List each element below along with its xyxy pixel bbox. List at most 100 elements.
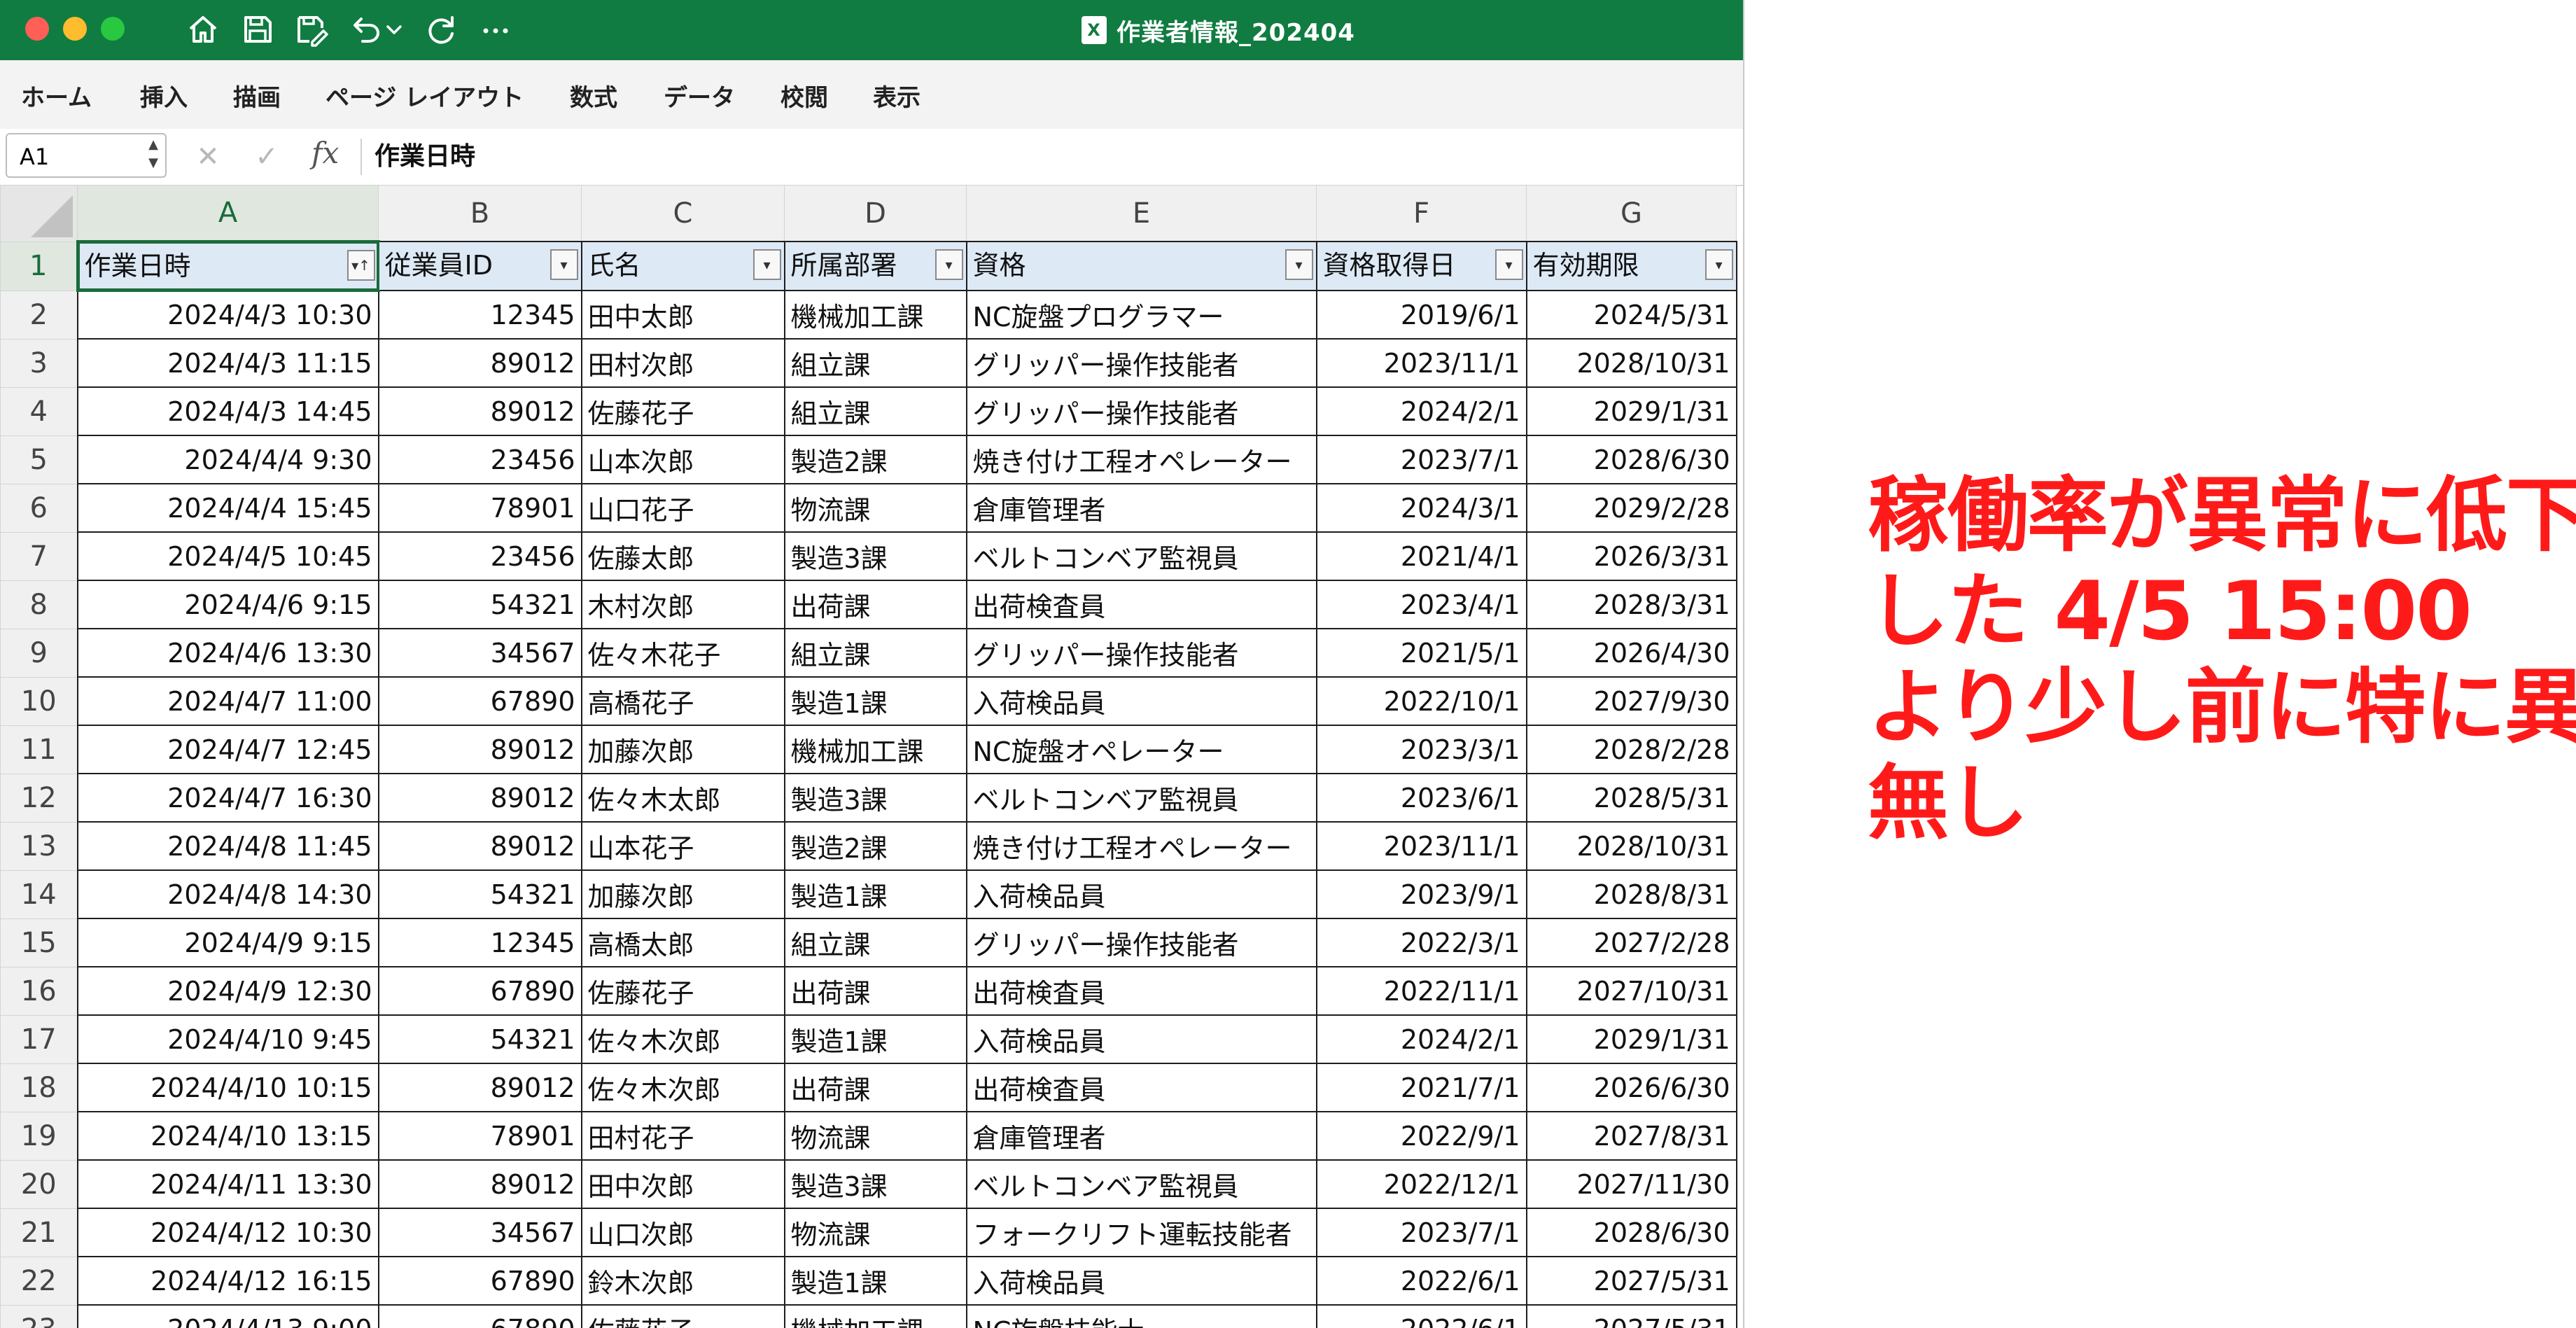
- home-icon[interactable]: [183, 10, 223, 49]
- table-cell[interactable]: 78901: [377, 1111, 582, 1161]
- table-cell[interactable]: 2026/6/30: [1525, 1063, 1737, 1112]
- table-cell[interactable]: 89012: [377, 821, 582, 871]
- name-box[interactable]: A1: [6, 133, 167, 178]
- table-cell[interactable]: 2024/4/4 9:30: [76, 435, 379, 484]
- table-cell[interactable]: 2024/4/10 13:15: [76, 1111, 379, 1161]
- table-cell[interactable]: 製造2課: [783, 821, 967, 871]
- table-cell[interactable]: 入荷検品員: [965, 869, 1317, 919]
- header-cell[interactable]: 作業日時 ▾↑: [76, 240, 380, 292]
- table-cell[interactable]: 製造3課: [783, 1159, 967, 1209]
- table-cell[interactable]: 倉庫管理者: [965, 483, 1317, 533]
- column-header-c[interactable]: C: [581, 185, 785, 242]
- table-cell[interactable]: 佐藤花子: [580, 1304, 785, 1328]
- table-cell[interactable]: 山本次郎: [580, 435, 785, 484]
- tab-insert[interactable]: 挿入: [140, 78, 188, 113]
- close-window-button[interactable]: [25, 17, 49, 41]
- undo-dropdown-icon[interactable]: [384, 10, 405, 49]
- table-cell[interactable]: 出荷課: [783, 1063, 967, 1112]
- tab-page-layout[interactable]: ページ レイアウト: [326, 78, 524, 113]
- table-cell[interactable]: 2023/6/1: [1315, 773, 1527, 823]
- table-cell[interactable]: 2029/1/31: [1525, 386, 1737, 436]
- table-cell[interactable]: 田中次郎: [580, 1159, 785, 1209]
- table-cell[interactable]: 89012: [377, 725, 582, 774]
- table-cell[interactable]: 機械加工課: [783, 1304, 967, 1328]
- table-cell[interactable]: 2023/7/1: [1315, 1208, 1527, 1257]
- table-cell[interactable]: 67890: [377, 1304, 582, 1328]
- row-number[interactable]: 12: [0, 773, 78, 823]
- row-number[interactable]: 23: [0, 1304, 78, 1328]
- header-cell[interactable]: 資格取得日 ▾: [1315, 241, 1527, 291]
- header-cell[interactable]: 所属部署 ▾: [783, 241, 967, 291]
- table-cell[interactable]: フォークリフト運転技能者: [965, 1208, 1317, 1257]
- table-cell[interactable]: 2024/4/9 9:15: [76, 918, 379, 967]
- table-cell[interactable]: 物流課: [783, 1208, 967, 1257]
- table-cell[interactable]: 機械加工課: [783, 725, 967, 774]
- redo-icon[interactable]: [421, 10, 461, 49]
- table-cell[interactable]: 2024/4/3 10:30: [76, 290, 379, 340]
- select-all-corner[interactable]: [0, 185, 78, 242]
- table-cell[interactable]: 2023/3/1: [1315, 725, 1527, 774]
- table-cell[interactable]: 組立課: [783, 918, 967, 967]
- table-cell[interactable]: 2027/2/28: [1525, 918, 1737, 967]
- table-cell[interactable]: NC旋盤プログラマー: [965, 290, 1317, 340]
- table-cell[interactable]: 2021/5/1: [1315, 628, 1527, 678]
- table-cell[interactable]: 2022/11/1: [1315, 966, 1527, 1016]
- table-cell[interactable]: 焼き付け工程オペレーター: [965, 435, 1317, 484]
- row-number[interactable]: 11: [0, 725, 78, 774]
- row-number[interactable]: 21: [0, 1208, 78, 1257]
- row-number[interactable]: 6: [0, 483, 78, 533]
- table-cell[interactable]: 入荷検品員: [965, 1256, 1317, 1306]
- table-cell[interactable]: 2023/11/1: [1315, 338, 1527, 388]
- table-cell[interactable]: 組立課: [783, 338, 967, 388]
- table-cell[interactable]: 鈴木次郎: [580, 1256, 785, 1306]
- tab-view[interactable]: 表示: [873, 78, 920, 113]
- tab-draw[interactable]: 描画: [233, 78, 281, 113]
- table-cell[interactable]: 23456: [377, 531, 582, 581]
- table-cell[interactable]: 2027/5/31: [1525, 1304, 1737, 1328]
- table-cell[interactable]: 製造1課: [783, 1256, 967, 1306]
- table-cell[interactable]: 2024/4/6 13:30: [76, 628, 379, 678]
- table-cell[interactable]: 高橋太郎: [580, 918, 785, 967]
- table-cell[interactable]: 組立課: [783, 386, 967, 436]
- table-cell[interactable]: 佐々木太郎: [580, 773, 785, 823]
- table-cell[interactable]: 2027/8/31: [1525, 1111, 1737, 1161]
- table-cell[interactable]: 2022/3/1: [1315, 918, 1527, 967]
- table-cell[interactable]: 23456: [377, 435, 582, 484]
- table-cell[interactable]: 入荷検品員: [965, 1014, 1317, 1064]
- table-cell[interactable]: NC旋盤オペレーター: [965, 725, 1317, 774]
- table-cell[interactable]: 2024/4/6 9:15: [76, 580, 379, 629]
- column-header-e[interactable]: E: [966, 185, 1317, 242]
- table-cell[interactable]: 2022/6/1: [1315, 1304, 1527, 1328]
- table-cell[interactable]: 出荷検査員: [965, 580, 1317, 629]
- table-cell[interactable]: 2024/4/7 11:00: [76, 676, 379, 726]
- table-cell[interactable]: 2023/7/1: [1315, 435, 1527, 484]
- column-header-g[interactable]: G: [1526, 185, 1737, 242]
- table-cell[interactable]: 34567: [377, 1208, 582, 1257]
- table-cell[interactable]: 2028/10/31: [1525, 821, 1737, 871]
- table-cell[interactable]: 佐々木花子: [580, 628, 785, 678]
- table-cell[interactable]: 2024/4/5 10:45: [76, 531, 379, 581]
- save-as-icon[interactable]: [291, 10, 330, 49]
- table-cell[interactable]: 2024/4/4 15:45: [76, 483, 379, 533]
- filter-dropdown-icon[interactable]: ▾: [1704, 249, 1733, 280]
- table-cell[interactable]: 2027/10/31: [1525, 966, 1737, 1016]
- table-cell[interactable]: ベルトコンベア監視員: [965, 1159, 1317, 1209]
- table-cell[interactable]: 2026/4/30: [1525, 628, 1737, 678]
- table-cell[interactable]: 2024/4/11 13:30: [76, 1159, 379, 1209]
- row-number[interactable]: 15: [0, 918, 78, 967]
- row-number[interactable]: 13: [0, 821, 78, 871]
- table-cell[interactable]: 89012: [377, 338, 582, 388]
- table-cell[interactable]: 2029/2/28: [1525, 483, 1737, 533]
- header-cell[interactable]: 氏名 ▾: [580, 241, 785, 291]
- table-cell[interactable]: 2022/10/1: [1315, 676, 1527, 726]
- table-cell[interactable]: 製造1課: [783, 869, 967, 919]
- table-cell[interactable]: 加藤次郎: [580, 725, 785, 774]
- table-cell[interactable]: 2019/6/1: [1315, 290, 1527, 340]
- row-number[interactable]: 2: [0, 290, 78, 340]
- table-cell[interactable]: 田村次郎: [580, 338, 785, 388]
- row-number[interactable]: 19: [0, 1111, 78, 1161]
- filter-dropdown-icon[interactable]: ▾: [1494, 249, 1523, 280]
- row-number[interactable]: 7: [0, 531, 78, 581]
- table-cell[interactable]: 89012: [377, 773, 582, 823]
- spreadsheet-grid[interactable]: ABCDEFG 1 作業日時 ▾↑ 従業員ID ▾ 氏名 ▾ 所属部署 ▾ 資格 ▾ 資格取得日 ▾ 有…: [0, 185, 1737, 1328]
